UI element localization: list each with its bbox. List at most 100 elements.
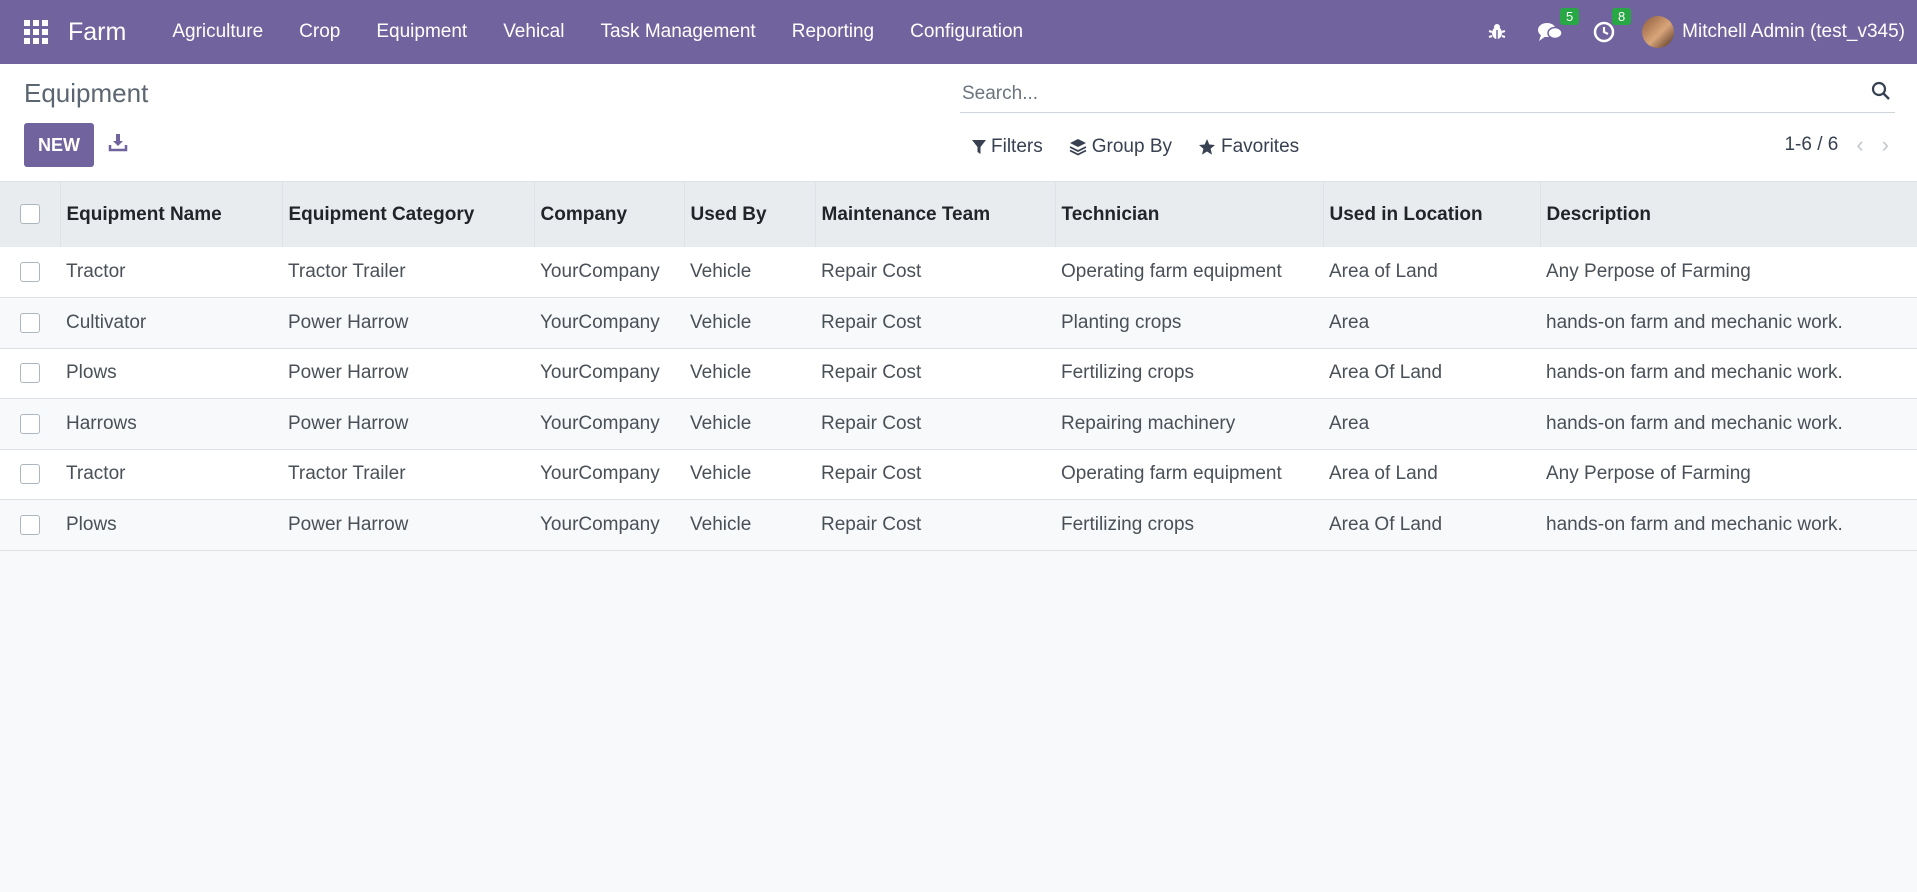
table-row[interactable]: Plows Power Harrow YourCompany Vehicle Repai… xyxy=(0,499,1917,551)
filters-label: Filters xyxy=(991,136,1043,157)
menu-item-agriculture[interactable]: Agriculture xyxy=(154,21,281,43)
cell-used-in-location[interactable]: Area of Land xyxy=(1323,449,1540,500)
row-checkbox[interactable] xyxy=(20,413,40,434)
cell-description[interactable]: Any Perpose of Farming xyxy=(1540,449,1917,500)
column-header-description[interactable]: Description xyxy=(1540,182,1917,247)
cell-used-in-location[interactable]: Area xyxy=(1323,399,1540,450)
cell-company[interactable]: YourCompany xyxy=(534,399,684,450)
avatar[interactable] xyxy=(1642,16,1675,48)
pager-value[interactable]: 1-6 / 6 xyxy=(1784,134,1838,156)
cell-description[interactable]: Any Perpose of Farming xyxy=(1540,247,1917,298)
messages-badge: 5 xyxy=(1559,8,1580,25)
cell-used-by[interactable]: Vehicle xyxy=(684,247,815,298)
menu-item-crop[interactable]: Crop xyxy=(281,21,358,43)
cell-used-by[interactable]: Vehicle xyxy=(684,500,815,551)
cell-used-by[interactable]: Vehicle xyxy=(684,399,815,450)
cell-maintenance-team[interactable]: Repair Cost xyxy=(815,500,1055,551)
row-checkbox[interactable] xyxy=(20,514,40,535)
row-checkbox[interactable] xyxy=(20,464,40,485)
table-row[interactable]: Tractor Tractor Trailer YourCompany Vehicle… xyxy=(0,449,1917,500)
table-row[interactable]: Cultivator Power Harrow YourCompany Vehicle… xyxy=(0,297,1917,349)
bug-icon[interactable] xyxy=(1487,22,1507,42)
chat-icon[interactable]: 5 xyxy=(1537,8,1580,43)
menu-item-equipment[interactable]: Equipment xyxy=(358,21,485,43)
column-header-equipment-category[interactable]: Equipment Category xyxy=(282,182,535,247)
cell-description[interactable]: hands-on farm and mechanic work. xyxy=(1540,399,1917,450)
cell-equipment-category[interactable]: Power Harrow xyxy=(282,298,534,349)
menu-item-task-management[interactable]: Task Management xyxy=(582,21,773,43)
search-input[interactable] xyxy=(960,82,1871,106)
filters-button[interactable]: Filters xyxy=(972,136,1043,158)
cell-used-in-location[interactable]: Area of Land xyxy=(1323,247,1540,298)
cell-used-in-location[interactable]: Area Of Land xyxy=(1323,500,1540,551)
cell-maintenance-team[interactable]: Repair Cost xyxy=(815,298,1055,349)
table-row[interactable]: Harrows Power Harrow YourCompany Vehicle Rep… xyxy=(0,398,1917,450)
group-by-button[interactable]: Group By xyxy=(1069,136,1172,158)
cell-equipment-name[interactable]: Plows xyxy=(60,500,282,551)
cell-technician[interactable]: Operating farm equipment xyxy=(1055,247,1323,298)
cell-technician[interactable]: Repairing machinery xyxy=(1055,399,1323,450)
menu-item-vehical[interactable]: Vehical xyxy=(485,21,582,43)
cell-equipment-name[interactable]: Cultivator xyxy=(60,298,282,349)
table-row[interactable]: Tractor Tractor Trailer YourCompany Vehicle… xyxy=(0,247,1917,298)
column-header-used-by[interactable]: Used By xyxy=(684,182,816,247)
column-header-maintenance-team[interactable]: Maintenance Team xyxy=(815,182,1056,247)
cell-company[interactable]: YourCompany xyxy=(534,500,684,551)
apps-grid-icon[interactable] xyxy=(22,18,50,46)
cell-technician[interactable]: Planting crops xyxy=(1055,298,1323,349)
cell-technician[interactable]: Fertilizing crops xyxy=(1055,348,1323,399)
clock-icon[interactable]: 8 xyxy=(1593,8,1632,43)
cell-used-in-location[interactable]: Area xyxy=(1323,298,1540,349)
app-brand[interactable]: Farm xyxy=(68,18,126,47)
menu-item-configuration[interactable]: Configuration xyxy=(892,21,1041,43)
chevron-left-icon[interactable]: ‹ xyxy=(1856,134,1863,156)
new-button[interactable]: NEW xyxy=(24,123,94,167)
cell-equipment-name[interactable]: Tractor xyxy=(60,449,282,500)
select-all-checkbox[interactable] xyxy=(19,204,40,225)
column-header-used-in-location[interactable]: Used in Location xyxy=(1323,182,1541,247)
cell-maintenance-team[interactable]: Repair Cost xyxy=(815,399,1055,450)
user-menu[interactable]: Mitchell Admin (test_v345) xyxy=(1682,21,1905,43)
cell-description[interactable]: hands-on farm and mechanic work. xyxy=(1540,298,1917,349)
cell-company[interactable]: YourCompany xyxy=(534,449,684,500)
cell-description[interactable]: hands-on farm and mechanic work. xyxy=(1540,348,1917,399)
menu-item-reporting[interactable]: Reporting xyxy=(774,21,892,43)
row-checkbox[interactable] xyxy=(20,261,40,282)
table-row[interactable]: Plows Power Harrow YourCompany Vehicle Repai… xyxy=(0,348,1917,399)
cell-equipment-category[interactable]: Power Harrow xyxy=(282,348,534,399)
row-checkbox[interactable] xyxy=(20,312,40,333)
cell-company[interactable]: YourCompany xyxy=(534,348,684,399)
cell-used-in-location[interactable]: Area Of Land xyxy=(1323,348,1540,399)
cell-used-by[interactable]: Vehicle xyxy=(684,298,815,349)
star-icon xyxy=(1199,139,1215,155)
cell-maintenance-team[interactable]: Repair Cost xyxy=(815,348,1055,399)
chevron-right-icon[interactable]: › xyxy=(1882,134,1889,156)
cell-maintenance-team[interactable]: Repair Cost xyxy=(815,449,1055,500)
cell-equipment-name[interactable]: Tractor xyxy=(60,247,282,298)
download-icon[interactable] xyxy=(108,132,128,158)
cell-description[interactable]: hands-on farm and mechanic work. xyxy=(1540,500,1917,551)
cell-equipment-category[interactable]: Power Harrow xyxy=(282,399,534,450)
cell-maintenance-team[interactable]: Repair Cost xyxy=(815,247,1055,298)
column-header-company[interactable]: Company xyxy=(534,182,685,247)
column-header-technician[interactable]: Technician xyxy=(1055,182,1324,247)
cell-equipment-category[interactable]: Tractor Trailer xyxy=(282,449,534,500)
navbar-systray: 5 8 Mitchell Admin (test_v345) xyxy=(1472,0,1917,64)
activities-badge: 8 xyxy=(1611,8,1632,25)
cell-used-by[interactable]: Vehicle xyxy=(684,449,815,500)
cell-equipment-category[interactable]: Tractor Trailer xyxy=(282,247,534,298)
select-all-checkbox-cell xyxy=(0,182,61,247)
favorites-label: Favorites xyxy=(1221,136,1300,157)
row-checkbox[interactable] xyxy=(20,363,40,384)
cell-equipment-name[interactable]: Harrows xyxy=(60,399,282,450)
cell-company[interactable]: YourCompany xyxy=(534,298,684,349)
cell-company[interactable]: YourCompany xyxy=(534,247,684,298)
cell-equipment-category[interactable]: Power Harrow xyxy=(282,500,534,551)
column-header-equipment-name[interactable]: Equipment Name xyxy=(60,182,283,247)
search-icon[interactable] xyxy=(1871,81,1891,107)
cell-technician[interactable]: Fertilizing crops xyxy=(1055,500,1323,551)
cell-technician[interactable]: Operating farm equipment xyxy=(1055,449,1323,500)
cell-used-by[interactable]: Vehicle xyxy=(684,348,815,399)
cell-equipment-name[interactable]: Plows xyxy=(60,348,282,399)
favorites-button[interactable]: Favorites xyxy=(1198,136,1299,158)
